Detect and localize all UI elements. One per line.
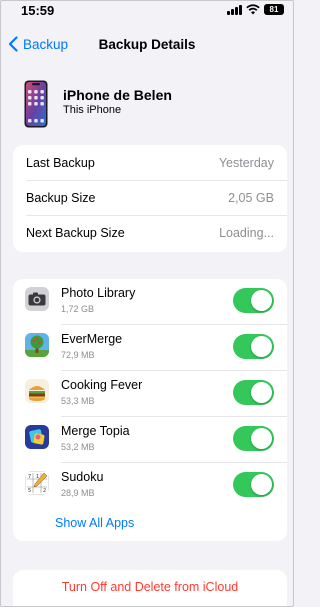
evermerge-backup-toggle[interactable] xyxy=(233,334,274,359)
app-size: 1,72 GB xyxy=(61,304,95,314)
next-backup-size-label: Next Backup Size xyxy=(26,225,125,240)
status-time: 15:59 xyxy=(21,3,55,18)
merge-topia-backup-toggle[interactable] xyxy=(233,426,274,451)
app-size: 53,3 MB xyxy=(61,396,95,406)
status-bar: 15:59 81 xyxy=(0,0,294,24)
app-name: Photo Library xyxy=(61,286,136,300)
photo-library-backup-toggle[interactable] xyxy=(233,288,274,313)
last-backup-label: Last Backup xyxy=(26,155,95,170)
camera-icon xyxy=(25,287,49,311)
device-name: iPhone de Belen xyxy=(63,87,172,103)
next-backup-size-row: Next Backup Size Loading... xyxy=(13,215,287,250)
evermerge-icon xyxy=(25,333,49,357)
show-all-apps-button[interactable]: Show All Apps xyxy=(55,516,134,530)
list-item-cooking-fever: Cooking Fever 53,3 MB xyxy=(13,371,287,416)
backup-apps-card: Photo Library 1,72 GB EverMerge 72,9 MB … xyxy=(13,279,287,541)
app-size: 28,9 MB xyxy=(61,488,95,498)
last-backup-row: Last Backup Yesterday xyxy=(13,145,287,180)
device-subtitle: This iPhone xyxy=(63,104,122,116)
cooking-fever-icon xyxy=(25,379,49,403)
toggle-knob xyxy=(251,290,272,311)
delete-backup-card: Turn Off and Delete from iCloud xyxy=(13,570,287,607)
last-backup-value: Yesterday xyxy=(218,155,274,170)
toggle-knob xyxy=(251,428,272,449)
cellular-signal-icon xyxy=(227,4,242,15)
list-item-sudoku: 742 51 Sudoku 28,9 MB xyxy=(13,463,287,508)
backup-info-card: Last Backup Yesterday Backup Size 2,05 G… xyxy=(13,145,287,252)
wifi-icon xyxy=(246,4,260,15)
list-item-evermerge: EverMerge 72,9 MB xyxy=(13,325,287,370)
cooking-fever-backup-toggle[interactable] xyxy=(233,380,274,405)
app-name: Merge Topia xyxy=(61,424,130,438)
svg-text:7: 7 xyxy=(28,474,31,480)
toggle-knob xyxy=(251,474,272,495)
svg-text:2: 2 xyxy=(43,488,46,494)
battery-icon: 81 xyxy=(264,4,284,15)
backup-size-label: Backup Size xyxy=(26,190,96,205)
next-backup-size-value: Loading... xyxy=(219,225,274,240)
iphone-icon xyxy=(24,80,48,128)
status-icons: 81 xyxy=(227,4,284,15)
sudoku-backup-toggle[interactable] xyxy=(233,472,274,497)
sudoku-icon: 742 51 xyxy=(25,471,49,495)
app-name: EverMerge xyxy=(61,332,123,346)
list-item-merge-topia: Merge Topia 53,2 MB xyxy=(13,417,287,462)
app-name: Cooking Fever xyxy=(61,378,143,392)
toggle-knob xyxy=(251,336,272,357)
backup-size-row: Backup Size 2,05 GB xyxy=(13,180,287,215)
turn-off-and-delete-button[interactable]: Turn Off and Delete from iCloud xyxy=(13,580,287,594)
list-item-photo-library: Photo Library 1,72 GB xyxy=(13,279,287,324)
svg-text:5: 5 xyxy=(28,488,31,494)
app-size: 53,2 MB xyxy=(61,442,95,452)
app-name: Sudoku xyxy=(61,470,104,484)
device-header: iPhone de Belen This iPhone xyxy=(24,80,284,130)
navigation-bar: Backup Backup Details xyxy=(0,30,294,60)
backup-size-value: 2,05 GB xyxy=(228,190,274,205)
page-title: Backup Details xyxy=(98,37,196,52)
app-size: 72,9 MB xyxy=(61,350,95,360)
toggle-knob xyxy=(251,382,272,403)
merge-topia-icon xyxy=(25,425,49,449)
